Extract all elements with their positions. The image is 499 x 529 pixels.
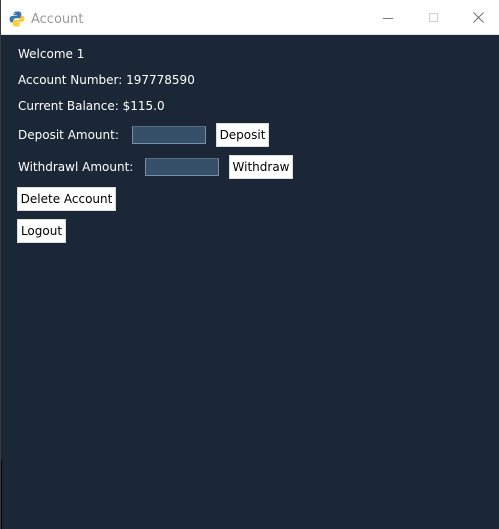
welcome-label: Welcome 1 <box>18 47 85 61</box>
account-number-label: Account Number: 197778590 <box>18 73 195 87</box>
minimize-icon <box>383 17 393 19</box>
withdraw-amount-label: Withdrawl Amount: <box>18 160 134 174</box>
close-icon <box>472 11 484 23</box>
withdraw-amount-input[interactable] <box>145 158 219 176</box>
account-window: Account Welcome 1 Account Number: 197778… <box>0 0 499 529</box>
deposit-amount-input[interactable] <box>132 126 206 144</box>
maximize-icon <box>428 12 438 22</box>
python-icon <box>9 11 25 27</box>
title-bar[interactable]: Account <box>1 0 499 35</box>
current-balance-label: Current Balance: $115.0 <box>18 99 165 113</box>
deposit-button[interactable]: Deposit <box>216 123 269 147</box>
withdraw-button[interactable]: Withdraw <box>229 155 293 179</box>
window-edge <box>1 460 2 529</box>
close-button[interactable] <box>455 0 499 34</box>
window-title: Account <box>31 12 84 27</box>
minimize-button[interactable] <box>365 0 411 34</box>
delete-account-button[interactable]: Delete Account <box>17 187 116 211</box>
maximize-button[interactable] <box>410 0 456 34</box>
logout-button[interactable]: Logout <box>17 219 66 243</box>
deposit-amount-label: Deposit Amount: <box>18 128 119 142</box>
account-panel: Welcome 1 Account Number: 197778590 Curr… <box>1 36 499 529</box>
